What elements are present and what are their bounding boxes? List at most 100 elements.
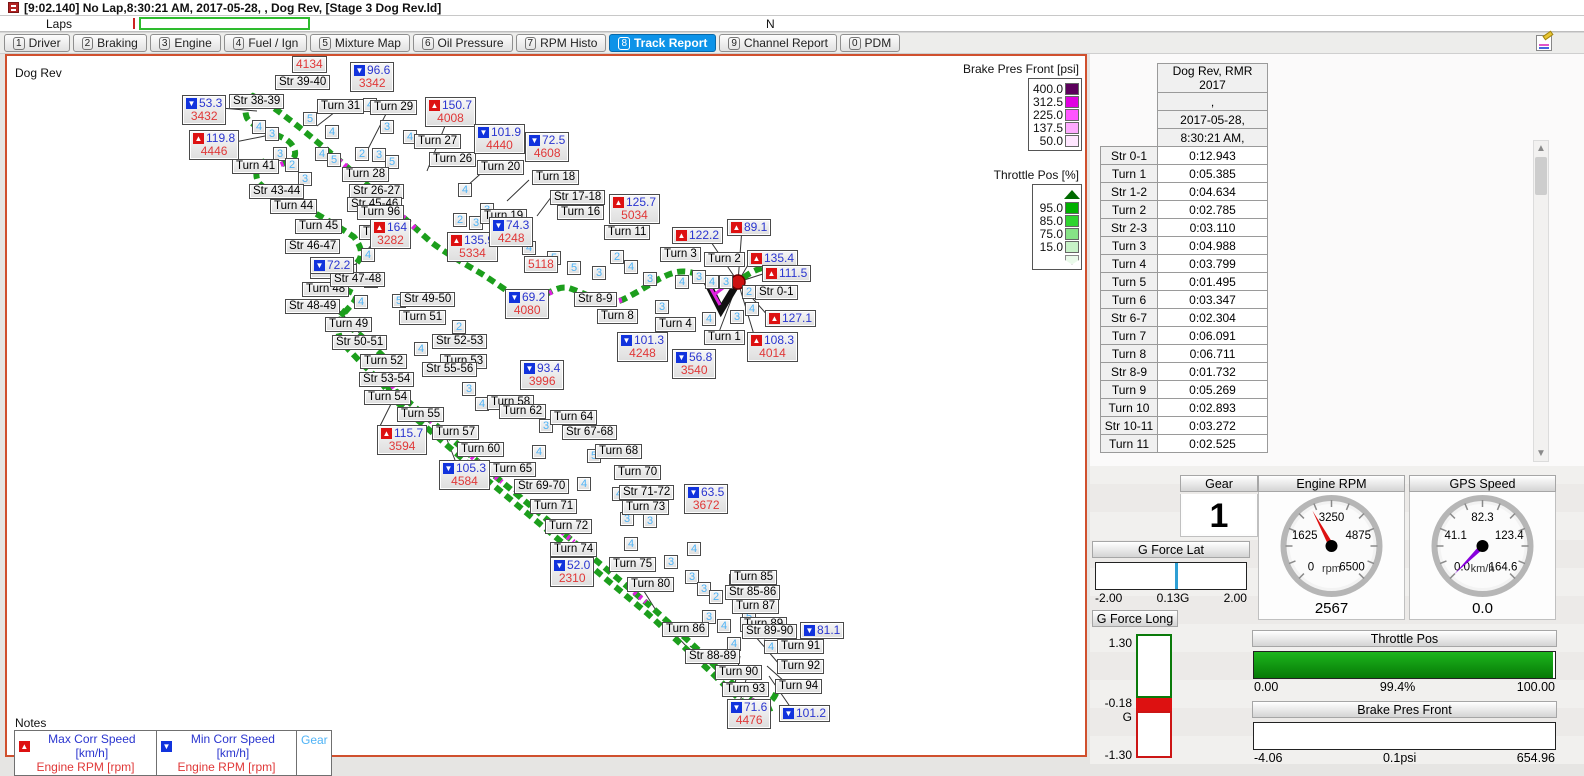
brake-legend: 400.0312.5225.0137.550.0 bbox=[1028, 78, 1082, 151]
tab-rpm-histo[interactable]: 7RPM Histo bbox=[516, 34, 607, 52]
table-row[interactable]: Turn 20:02.785 bbox=[1101, 201, 1268, 219]
g-lat-max: 2.00 bbox=[1224, 591, 1247, 605]
min-marker: ▼74.34248 bbox=[489, 217, 533, 247]
min-flag-icon: ▼ bbox=[186, 98, 197, 109]
max-flag-icon: ▲ bbox=[769, 313, 780, 324]
gear-number-chip: 2 bbox=[453, 213, 467, 227]
min-marker: ▼105.34584 bbox=[439, 460, 490, 490]
table-row[interactable]: Turn 110:02.525 bbox=[1101, 435, 1268, 453]
svg-text:3250: 3250 bbox=[1319, 512, 1345, 524]
lap-range-box[interactable] bbox=[139, 17, 310, 30]
track-label: Str 8-9 bbox=[574, 292, 617, 307]
tab-braking[interactable]: 2Braking bbox=[73, 34, 147, 52]
min-marker: ▼53.33432 bbox=[182, 95, 226, 125]
max-marker: 5118 bbox=[524, 256, 558, 273]
table-row[interactable]: Str 10-110:03.272 bbox=[1101, 417, 1268, 435]
notes-min-label: Min Corr Speed [km/h] bbox=[174, 732, 292, 760]
track-label: Turn 51 bbox=[399, 310, 446, 325]
gear-number-chip: 4 bbox=[532, 445, 546, 459]
segment-times-table: Dog Rev, RMR 2017,2017-05-28,8:30:21 AM,… bbox=[1100, 63, 1268, 453]
track-label: Turn 75 bbox=[609, 557, 656, 572]
brake-pres-title: Brake Pres Front bbox=[1252, 701, 1557, 718]
g-long-top: 1.30 bbox=[1109, 636, 1132, 650]
table-row[interactable]: Turn 70:06.091 bbox=[1101, 327, 1268, 345]
gear-number-chip: 4 bbox=[705, 275, 719, 289]
max-marker: ▲1643282 bbox=[370, 219, 411, 249]
report-header-cell: , bbox=[1158, 93, 1268, 111]
min-flag-icon: ▼ bbox=[688, 487, 699, 498]
track-label: Turn 4 bbox=[655, 317, 696, 332]
table-row[interactable]: Str 1-20:04.634 bbox=[1101, 183, 1268, 201]
track-label: Turn 44 bbox=[270, 199, 317, 214]
throttle-value: 99.4% bbox=[1380, 680, 1415, 694]
max-marker: ▲89.1 bbox=[727, 219, 771, 236]
tab-mixture-map[interactable]: 5Mixture Map bbox=[310, 34, 410, 52]
tab-oil-pressure[interactable]: 6Oil Pressure bbox=[413, 34, 513, 52]
min-marker: ▼71.64476 bbox=[727, 699, 771, 729]
min-flag-icon: ▼ bbox=[524, 363, 535, 374]
track-label: Turn 20 bbox=[477, 160, 524, 175]
table-row[interactable]: Turn 100:02.893 bbox=[1101, 399, 1268, 417]
tab-pdm[interactable]: 0PDM bbox=[840, 34, 900, 52]
gear-number-chip: 4 bbox=[624, 260, 638, 274]
scroll-down-icon[interactable]: ▼ bbox=[1534, 446, 1548, 461]
gear-number-chip: 3 bbox=[730, 310, 744, 324]
table-row[interactable]: Str 8-90:01.732 bbox=[1101, 363, 1268, 381]
tab-channel-report[interactable]: 9Channel Report bbox=[719, 34, 837, 52]
gps-speed-gauge: GPS Speed 0.041.182.3123.4164.6km/h 0.0 bbox=[1409, 475, 1556, 622]
gear-number-chip: 4 bbox=[675, 275, 689, 289]
tab-driver[interactable]: 1Driver bbox=[4, 34, 70, 52]
track-label: Turn 71 bbox=[530, 499, 577, 514]
table-row[interactable]: Turn 50:01.495 bbox=[1101, 273, 1268, 291]
table-row[interactable]: Turn 40:03.799 bbox=[1101, 255, 1268, 273]
gear-gauge-title: Gear bbox=[1180, 475, 1258, 492]
table-row[interactable]: Str 2-30:03.110 bbox=[1101, 219, 1268, 237]
scrollbar-thumb[interactable] bbox=[1535, 157, 1547, 195]
table-row[interactable]: Turn 30:04.988 bbox=[1101, 237, 1268, 255]
max-flag-icon: ▲ bbox=[429, 100, 440, 111]
gear-number-chip: 3 bbox=[265, 127, 279, 141]
track-label: Turn 70 bbox=[614, 465, 661, 480]
max-flag-icon: ▲ bbox=[451, 235, 462, 246]
max-marker: ▲125.75034 bbox=[609, 194, 660, 224]
edit-worksheet-icon[interactable] bbox=[1536, 35, 1552, 51]
g-force-long-title: G Force Long bbox=[1092, 610, 1178, 627]
scroll-up-icon[interactable]: ▲ bbox=[1534, 141, 1548, 156]
table-row[interactable]: Turn 90:05.269 bbox=[1101, 381, 1268, 399]
min-flag-icon: ▼ bbox=[443, 463, 454, 474]
track-label: Turn 96 bbox=[357, 205, 404, 220]
svg-text:82.3: 82.3 bbox=[1471, 512, 1493, 524]
min-flag-icon: ▼ bbox=[478, 127, 489, 138]
brake-value: 0.1psi bbox=[1383, 751, 1416, 765]
table-row[interactable]: Str 6-70:02.304 bbox=[1101, 309, 1268, 327]
brake-legend-title: Brake Pres Front [psi] bbox=[963, 62, 1079, 76]
max-marker: ▲111.5 bbox=[762, 265, 811, 282]
notes-max-label: Max Corr Speed [km/h] bbox=[32, 732, 152, 760]
table-row[interactable]: Turn 10:05.385 bbox=[1101, 165, 1268, 183]
min-flag-icon: ▼ bbox=[509, 292, 520, 303]
track-label: Str 43-44 bbox=[249, 184, 304, 199]
report-scrollbar[interactable]: ▲ ▼ bbox=[1533, 140, 1549, 462]
gear-number-chip: 5 bbox=[567, 261, 581, 275]
min-marker: ▼81.1 bbox=[800, 622, 844, 639]
tab-engine[interactable]: 3Engine bbox=[150, 34, 221, 52]
notes-max-rpm-label: Engine RPM [rpm] bbox=[19, 760, 152, 774]
gear-number-chip: 3 bbox=[664, 555, 678, 569]
table-row[interactable]: Turn 80:06.711 bbox=[1101, 345, 1268, 363]
gps-speed-value: 0.0 bbox=[1410, 600, 1555, 617]
max-flag-icon: ▲ bbox=[374, 222, 385, 233]
tab-fuel-ign[interactable]: 4Fuel / Ign bbox=[224, 34, 308, 52]
track-label: Turn 73 bbox=[622, 500, 669, 515]
g-force-lat-title: G Force Lat bbox=[1092, 541, 1250, 558]
engine-rpm-dial: 01625325048756500rpm bbox=[1259, 492, 1404, 598]
table-row[interactable]: Turn 60:03.347 bbox=[1101, 291, 1268, 309]
g-force-long-bar bbox=[1136, 634, 1172, 758]
max-marker: 4134 bbox=[292, 56, 327, 73]
tab-track-report[interactable]: 8Track Report bbox=[609, 34, 716, 52]
track-label: Str 46-47 bbox=[285, 239, 340, 254]
table-row[interactable]: Str 0-10:12.943 bbox=[1101, 147, 1268, 165]
brake-legend-swatch bbox=[1065, 135, 1079, 147]
track-label: Turn 28 bbox=[342, 167, 389, 182]
g-lat-value: 0.13G bbox=[1157, 591, 1190, 605]
g-long-negative-zone bbox=[1136, 711, 1172, 758]
